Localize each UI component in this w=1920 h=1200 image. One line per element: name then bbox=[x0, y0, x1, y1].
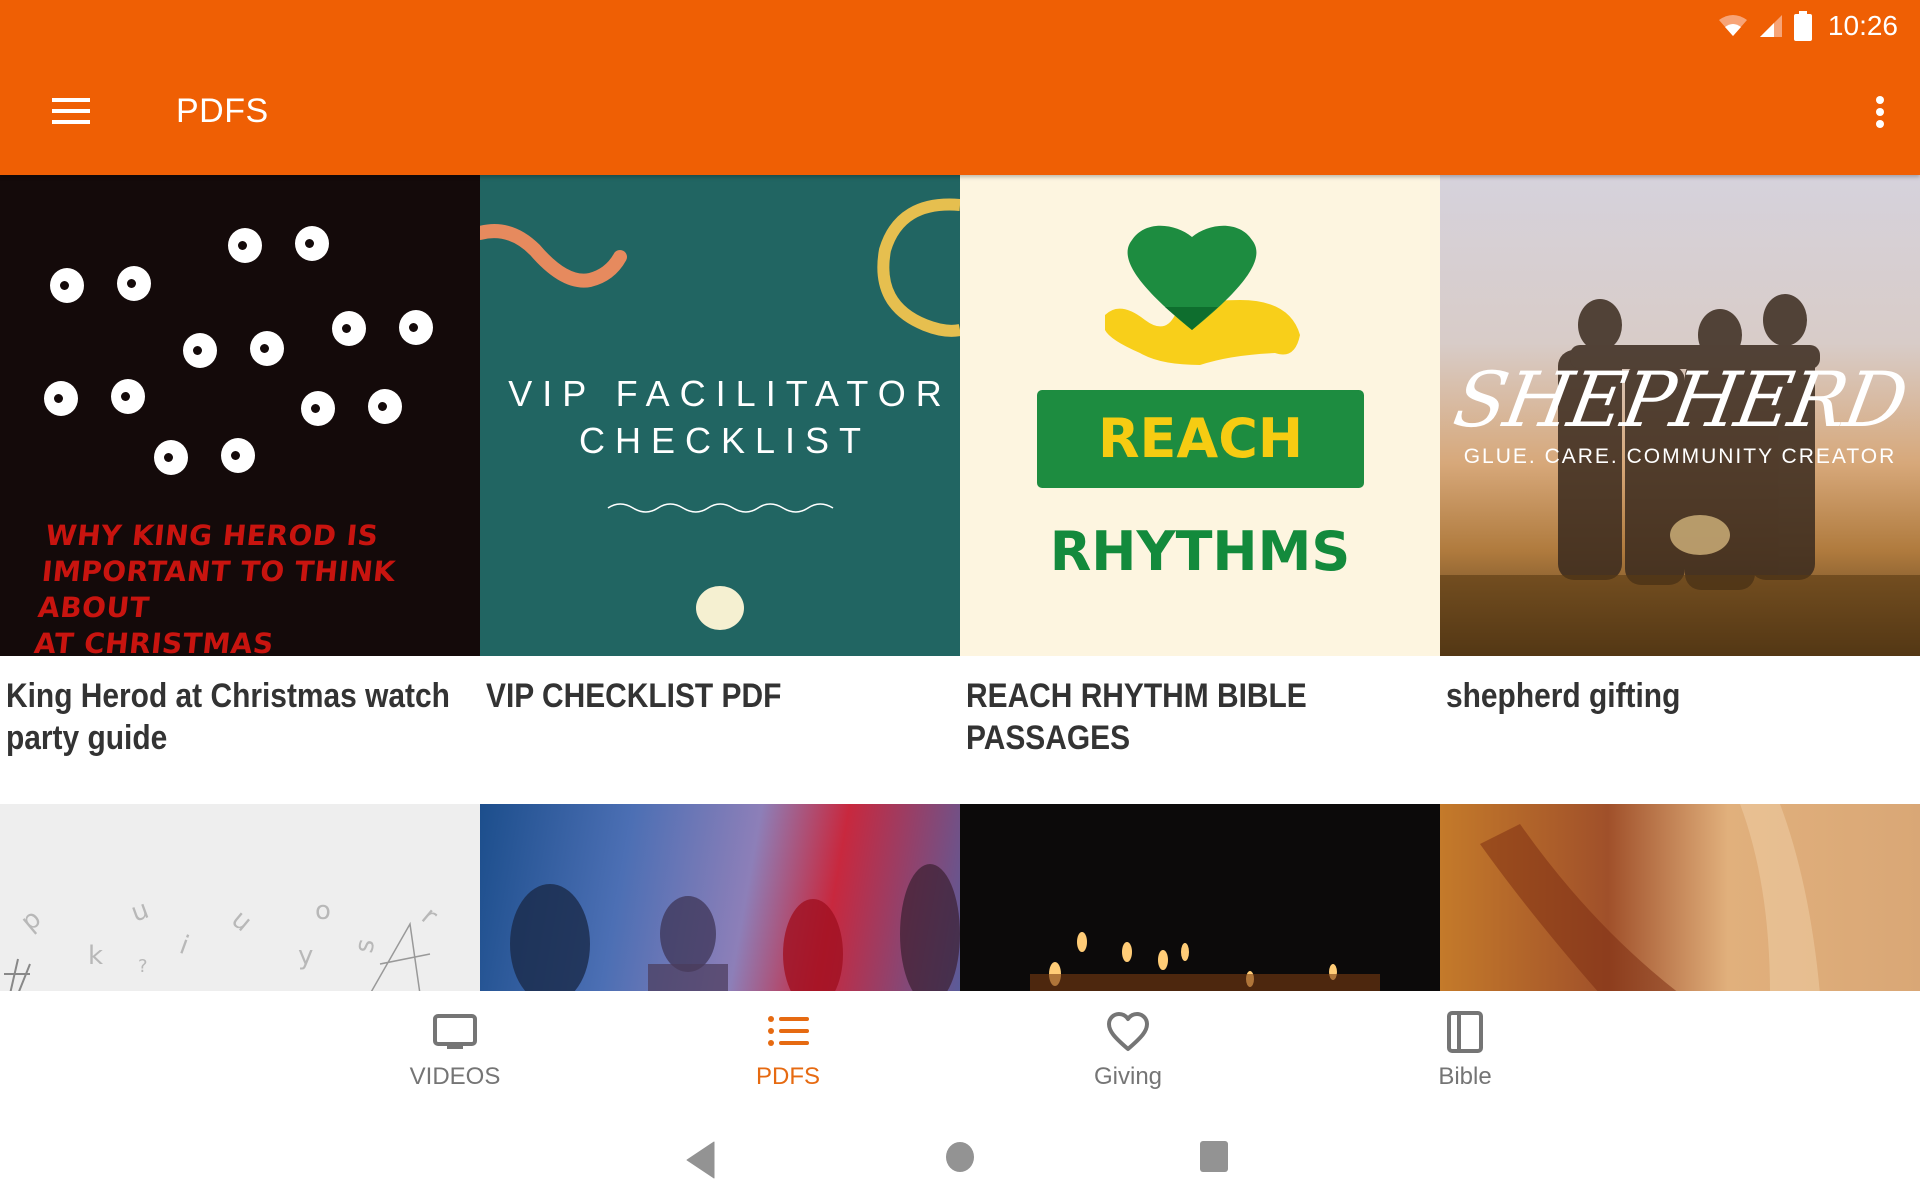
eye-graphic bbox=[183, 333, 217, 368]
tv-icon bbox=[433, 1014, 477, 1049]
back-icon[interactable] bbox=[686, 1141, 716, 1179]
svg-text:u: u bbox=[226, 904, 258, 938]
eye-graphic bbox=[117, 266, 151, 301]
thumbnail-text: SHEPHERD bbox=[1447, 355, 1913, 444]
thumbnail-text: VIP FACILITATOR bbox=[508, 373, 952, 414]
eye-graphic bbox=[295, 226, 329, 261]
pdf-title[interactable]: REACH RHYTHM BIBLE PASSAGES bbox=[966, 675, 1424, 759]
pdf-thumbnail bbox=[1440, 804, 1920, 994]
pdf-title[interactable]: shepherd gifting bbox=[1446, 675, 1904, 717]
svg-text:o: o bbox=[315, 896, 331, 926]
svg-text:k: k bbox=[88, 941, 103, 971]
eye-graphic bbox=[228, 228, 262, 263]
home-icon[interactable] bbox=[945, 1141, 975, 1173]
svg-text:u: u bbox=[127, 895, 153, 929]
svg-text:r: r bbox=[416, 901, 444, 931]
eye-graphic bbox=[50, 268, 84, 303]
tab-label: Bible bbox=[1438, 1063, 1492, 1090]
pdf-thumbnail: SHEPHERD GLUE. CARE. COMMUNITY CREATOR bbox=[1440, 175, 1920, 656]
bottom-navigation: VIDEOS PDFS Giving Bible bbox=[0, 991, 1920, 1101]
eye-graphic bbox=[111, 379, 145, 414]
thumbnail-text: REACH bbox=[1037, 390, 1364, 488]
candles-photo bbox=[1030, 932, 1380, 994]
tab-label: PDFS bbox=[755, 1063, 820, 1090]
page-title: PDFS bbox=[176, 92, 269, 130]
svg-text:s: s bbox=[349, 937, 381, 956]
pdf-title[interactable]: VIP CHECKLIST PDF bbox=[486, 675, 944, 717]
thumbnail-text-line: WHY KING HEROD IS bbox=[43, 519, 381, 552]
svg-text:y: y bbox=[298, 941, 313, 971]
pdf-thumbnail: REACH RHYTHMS bbox=[960, 175, 1440, 656]
tab-label: Giving bbox=[1093, 1063, 1163, 1090]
svg-text:p: p bbox=[15, 904, 47, 938]
eye-graphic bbox=[154, 440, 188, 475]
decorative-shapes bbox=[480, 198, 960, 630]
letters-graphic: p u u o r k ? i y s bbox=[4, 895, 444, 994]
pdf-thumbnail bbox=[480, 804, 960, 994]
thumbnail-text: GLUE. CARE. COMMUNITY CREATOR bbox=[1463, 445, 1897, 468]
wifi-icon bbox=[1718, 15, 1747, 36]
pdf-thumbnail: VIP FACILITATOR CHECKLIST bbox=[480, 175, 960, 656]
pdf-title[interactable]: King Herod at Christmas watch party guid… bbox=[6, 675, 464, 759]
hamburger-menu-icon[interactable] bbox=[52, 98, 90, 124]
eye-graphic bbox=[301, 391, 335, 426]
system-navigation-bar bbox=[0, 1101, 1920, 1200]
thumbnail-text-line: AT CHRISTMAS bbox=[32, 627, 276, 656]
pdf-thumbnail: p u u o r k ? i y s bbox=[0, 804, 480, 994]
heart-hand-graphic bbox=[1105, 225, 1300, 365]
eye-graphic bbox=[221, 438, 255, 473]
more-vertical-icon[interactable] bbox=[1870, 93, 1890, 133]
eye-graphic bbox=[368, 389, 402, 424]
battery-icon bbox=[1793, 11, 1812, 41]
list-icon bbox=[768, 1016, 809, 1046]
eye-graphic bbox=[250, 331, 284, 366]
eye-graphic bbox=[399, 310, 433, 345]
tab-bible[interactable]: Bible bbox=[1365, 991, 1565, 1101]
pdf-thumbnail bbox=[960, 804, 1440, 994]
thumbnail-text: WHY KING HEROD IS IMPORTANT TO THINK ABO… bbox=[32, 518, 480, 656]
svg-text:i: i bbox=[176, 930, 193, 961]
pdf-thumbnail: WHY KING HEROD IS IMPORTANT TO THINK ABO… bbox=[0, 175, 480, 656]
book-icon bbox=[1447, 1011, 1483, 1053]
tab-label: VIDEOS bbox=[409, 1063, 501, 1090]
tab-videos[interactable]: VIDEOS bbox=[355, 991, 555, 1101]
thumbnail-text: RHYTHMS bbox=[1049, 520, 1351, 583]
eye-graphic bbox=[44, 381, 78, 416]
party-photo bbox=[510, 864, 960, 994]
status-time: 10:26 bbox=[1827, 10, 1898, 41]
tab-giving[interactable]: Giving bbox=[1028, 991, 1228, 1101]
svg-text:?: ? bbox=[138, 956, 148, 977]
heart-icon bbox=[1107, 1012, 1149, 1051]
status-bar: 10:26 bbox=[1718, 6, 1898, 46]
abstract-photo bbox=[1480, 804, 1820, 994]
cell-signal-icon bbox=[1759, 15, 1782, 37]
tab-pdfs[interactable]: PDFS bbox=[688, 991, 888, 1101]
recents-icon[interactable] bbox=[1200, 1141, 1228, 1172]
app-bar: 10:26 PDFS bbox=[0, 0, 1920, 175]
eye-graphic bbox=[332, 311, 366, 346]
thumbnail-text-line: IMPORTANT TO THINK ABOUT bbox=[36, 555, 398, 624]
thumbnail-text: CHECKLIST bbox=[578, 420, 872, 461]
